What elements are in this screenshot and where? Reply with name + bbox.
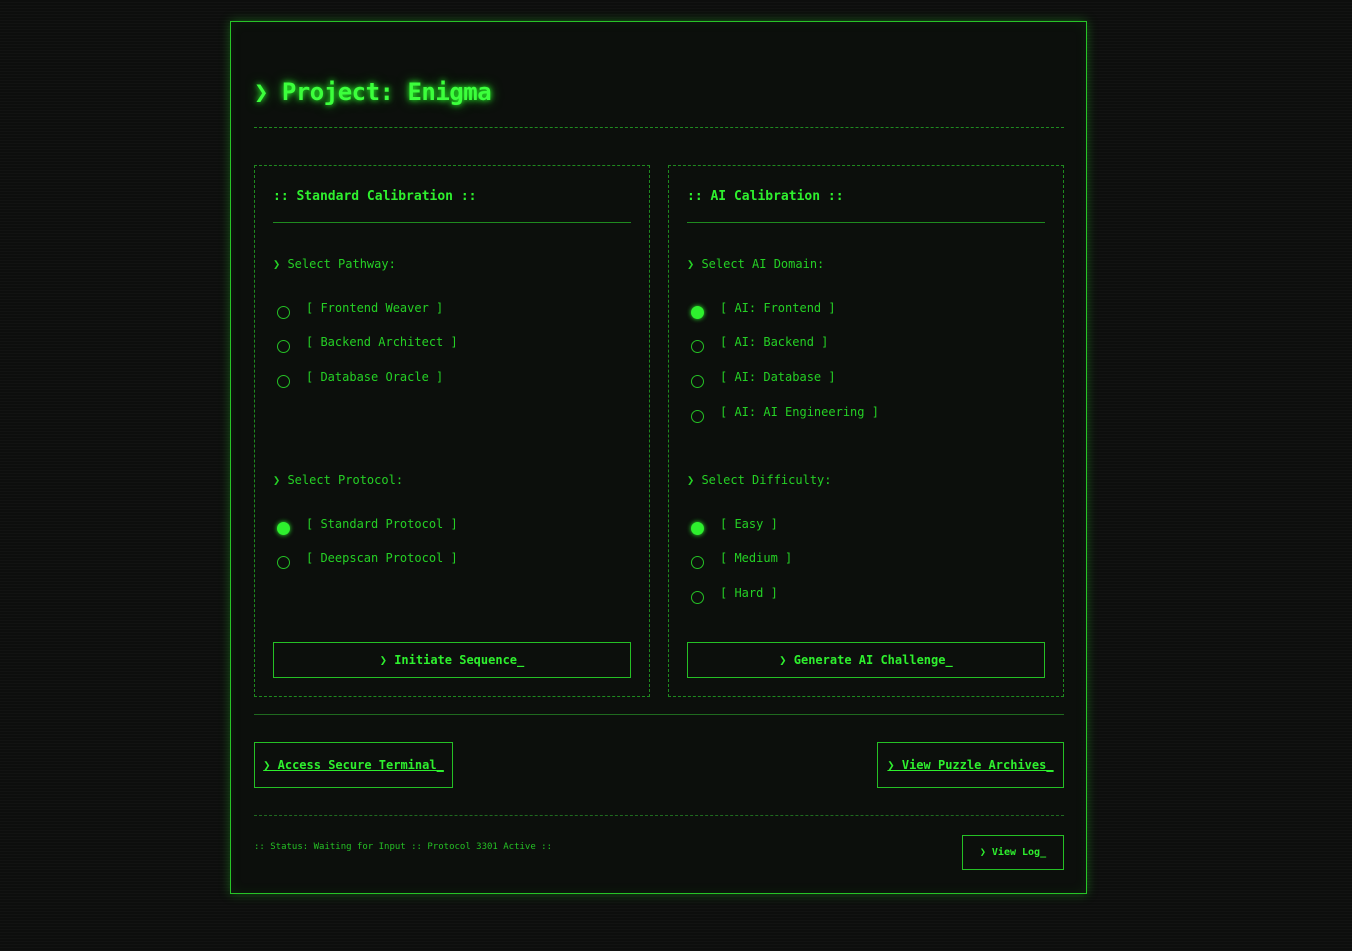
ai-domain-option-database[interactable]: [ AI: Database ] — [691, 368, 836, 388]
status-line: :: Status: Waiting for Input :: Protocol… — [254, 842, 553, 852]
section-divider — [254, 714, 1064, 715]
standard-calibration-panel: :: Standard Calibration :: ❯ Select Path… — [254, 165, 650, 697]
radio-button[interactable] — [277, 374, 290, 388]
view-log-button[interactable]: ❯ View Log_ — [962, 835, 1064, 870]
option-label: [ AI: AI Engineering ] — [720, 405, 879, 419]
ai-domain-option-backend[interactable]: [ AI: Backend ] — [691, 333, 828, 353]
radio-button[interactable] — [691, 374, 704, 388]
footer-divider — [254, 815, 1064, 816]
option-label: [ Standard Protocol ] — [306, 517, 458, 531]
ai-domain-option-frontend[interactable]: [ AI: Frontend ] — [691, 299, 836, 319]
ai-panel-title: :: AI Calibration :: — [687, 189, 844, 204]
generate-ai-challenge-button[interactable]: ❯ Generate AI Challenge_ — [687, 642, 1045, 678]
radio-button[interactable] — [277, 305, 290, 319]
radio-button[interactable] — [277, 555, 290, 569]
radio-button[interactable] — [691, 339, 704, 353]
pathway-label: ❯ Select Pathway: — [273, 257, 396, 271]
protocol-option-standard[interactable]: [ Standard Protocol ] — [277, 515, 458, 535]
option-label: [ Hard ] — [720, 586, 778, 600]
difficulty-label: ❯ Select Difficulty: — [687, 473, 832, 487]
radio-button[interactable] — [691, 409, 704, 423]
ai-domain-option-ai-engineering[interactable]: [ AI: AI Engineering ] — [691, 403, 879, 423]
access-secure-terminal-link[interactable]: ❯ Access Secure Terminal_ — [254, 742, 453, 788]
radio-button[interactable] — [277, 339, 290, 353]
ai-panel-divider — [687, 222, 1045, 223]
option-label: [ Deepscan Protocol ] — [306, 551, 458, 565]
main-console-frame: ❯ Project: Enigma :: Standard Calibratio… — [230, 21, 1087, 894]
initiate-sequence-button[interactable]: ❯ Initiate Sequence_ — [273, 642, 631, 678]
pathway-option-frontend-weaver[interactable]: [ Frontend Weaver ] — [277, 299, 443, 319]
difficulty-option-medium[interactable]: [ Medium ] — [691, 549, 792, 569]
protocol-option-deepscan[interactable]: [ Deepscan Protocol ] — [277, 549, 458, 569]
pathway-option-database-oracle[interactable]: [ Database Oracle ] — [277, 368, 443, 388]
difficulty-option-hard[interactable]: [ Hard ] — [691, 584, 778, 604]
difficulty-option-easy[interactable]: [ Easy ] — [691, 515, 778, 535]
radio-button-selected[interactable] — [691, 305, 704, 319]
standard-panel-title: :: Standard Calibration :: — [273, 189, 477, 204]
standard-panel-divider — [273, 222, 631, 223]
radio-button-selected[interactable] — [691, 521, 704, 535]
option-label: [ AI: Frontend ] — [720, 301, 836, 315]
option-label: [ AI: Database ] — [720, 370, 836, 384]
title-divider — [254, 127, 1064, 128]
page-title: ❯ Project: Enigma — [254, 78, 492, 106]
option-label: [ AI: Backend ] — [720, 335, 829, 349]
radio-button-selected[interactable] — [277, 521, 290, 535]
view-puzzle-archives-link[interactable]: ❯ View Puzzle Archives_ — [877, 742, 1064, 788]
option-label: [ Medium ] — [720, 551, 793, 565]
ai-calibration-panel: :: AI Calibration :: ❯ Select AI Domain:… — [668, 165, 1064, 697]
option-label: [ Easy ] — [720, 517, 778, 531]
ai-domain-label: ❯ Select AI Domain: — [687, 257, 825, 271]
radio-button[interactable] — [691, 590, 704, 604]
option-label: [ Database Oracle ] — [306, 370, 444, 384]
pathway-option-backend-architect[interactable]: [ Backend Architect ] — [277, 333, 458, 353]
radio-button[interactable] — [691, 555, 704, 569]
protocol-label: ❯ Select Protocol: — [273, 473, 404, 487]
option-label: [ Backend Architect ] — [306, 335, 458, 349]
option-label: [ Frontend Weaver ] — [306, 301, 444, 315]
